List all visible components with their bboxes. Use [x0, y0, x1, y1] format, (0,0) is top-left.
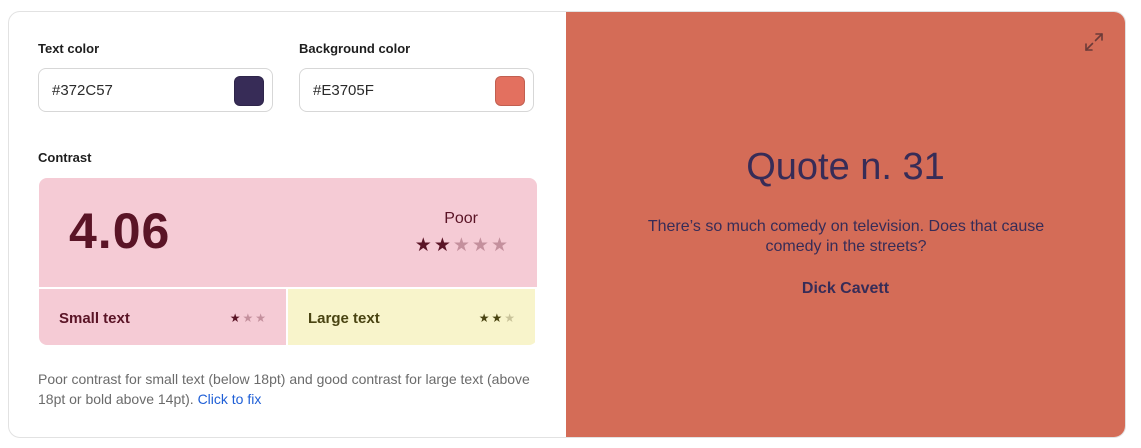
background-color-value[interactable]: #E3705F: [313, 69, 374, 113]
star-filled-icon: ★: [491, 311, 503, 325]
quote-title: Quote n. 31: [746, 146, 945, 188]
star-empty-icon: ★: [490, 235, 508, 256]
contrast-rating: Poor: [444, 210, 478, 227]
star-filled-icon: ★: [229, 311, 241, 325]
background-color-swatch[interactable]: [495, 76, 525, 106]
background-color-field[interactable]: #E3705F: [299, 68, 534, 112]
click-to-fix-link[interactable]: Click to fix: [198, 391, 262, 407]
large-text-stars: ★ ★ ★: [479, 311, 515, 325]
star-empty-icon: ★: [255, 311, 266, 325]
quote-preview: Quote n. 31 There’s so much comedy on te…: [566, 12, 1125, 437]
contrast-score: 4.06: [69, 203, 171, 259]
star-filled-icon: ★: [433, 235, 451, 256]
text-color-label: Text color: [38, 41, 100, 56]
star-filled-icon: ★: [414, 235, 432, 256]
star-empty-icon: ★: [504, 311, 515, 325]
background-color-label: Background color: [299, 41, 411, 56]
star-empty-icon: ★: [452, 235, 470, 256]
expand-icon[interactable]: [1084, 32, 1104, 52]
contrast-note: Poor contrast for small text (below 18pt…: [38, 369, 548, 409]
large-text-rating: Large text ★ ★ ★: [288, 289, 535, 345]
star-filled-icon: ★: [478, 311, 490, 325]
contrast-note-text: Poor contrast for small text (below 18pt…: [38, 371, 530, 407]
contrast-checker-card: Text color #372C57 Background color #E37…: [8, 11, 1126, 438]
controls-panel: Text color #372C57 Background color #E37…: [9, 12, 565, 437]
text-color-field[interactable]: #372C57: [38, 68, 273, 112]
star-empty-icon: ★: [471, 235, 489, 256]
preview-panel: Quote n. 31 There’s so much comedy on te…: [566, 12, 1125, 437]
text-color-swatch[interactable]: [234, 76, 264, 106]
text-color-value[interactable]: #372C57: [52, 69, 113, 113]
quote-text: There’s so much comedy on television. Do…: [647, 218, 1045, 255]
contrast-label: Contrast: [38, 150, 92, 165]
large-text-label: Large text: [308, 310, 380, 327]
small-text-stars: ★ ★ ★: [230, 311, 266, 325]
star-empty-icon: ★: [242, 311, 254, 325]
small-text-label: Small text: [59, 310, 130, 327]
contrast-result: 4.06 Poor ★ ★ ★ ★ ★ Small text ★ ★ ★ Large tex…: [39, 178, 537, 345]
quote-author: Dick Cavett: [801, 280, 890, 297]
contrast-score-area: 4.06 Poor ★ ★ ★ ★ ★: [39, 178, 537, 287]
contrast-rating-stars: ★ ★ ★ ★ ★: [415, 236, 508, 256]
small-text-rating: Small text ★ ★ ★: [39, 289, 286, 345]
